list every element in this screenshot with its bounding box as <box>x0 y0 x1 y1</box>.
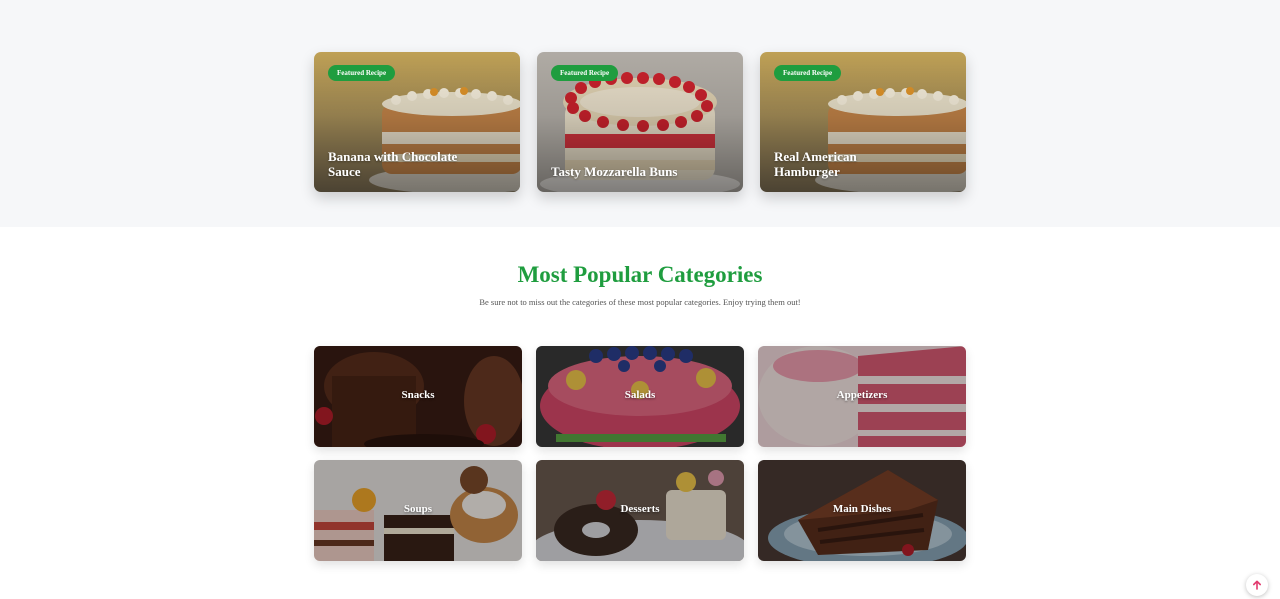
featured-recipe-card[interactable]: Featured Recipe Banana with Chocolate Sa… <box>314 52 520 192</box>
featured-recipes-row: Featured Recipe Banana with Chocolate Sa… <box>314 52 966 192</box>
featured-recipe-title: Banana with Chocolate Sauce <box>328 149 458 179</box>
section-title: Most Popular Categories <box>517 262 763 287</box>
section-subtitle: Be sure not to miss out the categories o… <box>479 297 801 307</box>
featured-recipe-title: Tasty Mozzarella Buns <box>551 164 678 179</box>
featured-recipe-title: Real American Hamburger <box>774 149 857 179</box>
category-card-snacks[interactable]: Snacks <box>314 346 522 447</box>
category-label: Salads <box>624 389 656 401</box>
category-label: Main Dishes <box>832 503 892 515</box>
category-card-salads[interactable]: Salads <box>536 346 744 447</box>
category-card-soups[interactable]: Soups <box>314 460 522 561</box>
category-card-desserts[interactable]: Desserts <box>536 460 744 561</box>
category-label: Soups <box>403 503 433 515</box>
featured-badge: Featured Recipe <box>328 65 396 81</box>
category-label: Desserts <box>620 503 660 515</box>
category-label: Appetizers <box>836 389 888 401</box>
category-label: Snacks <box>401 389 435 401</box>
featured-badge: Featured Recipe <box>774 65 842 81</box>
featured-recipe-card[interactable]: Featured Recipe Tasty Mozzarella Buns <box>537 52 743 192</box>
scroll-to-top-button[interactable] <box>1246 574 1268 596</box>
arrow-up-icon <box>1253 580 1261 590</box>
category-card-main-dishes[interactable]: Main Dishes <box>758 460 966 561</box>
featured-badge: Featured Recipe <box>551 65 619 81</box>
category-card-appetizers[interactable]: Appetizers <box>758 346 966 447</box>
featured-recipe-card[interactable]: Featured Recipe Real American Hamburger <box>760 52 966 192</box>
category-grid: Snacks Salads Appetizers Soups Desserts … <box>314 346 966 561</box>
